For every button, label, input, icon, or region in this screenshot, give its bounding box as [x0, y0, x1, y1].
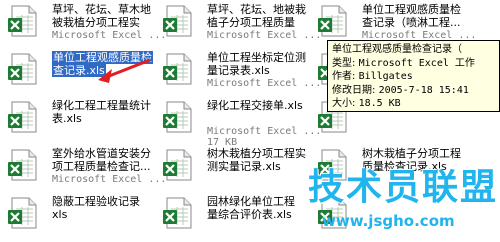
- file-name-line: 单位工程观感质量检: [52, 51, 153, 64]
- file-name-line: 草坪、花坛、地被栽: [207, 3, 306, 16]
- tooltip-author-label: 作者:: [332, 71, 356, 82]
- file-name-text: 绿化工程交接单.xls: [207, 99, 303, 112]
- file-name-line: 量记录表.xls: [207, 64, 306, 77]
- site-watermark: 技术员联盟 www.jsgho.com: [308, 158, 498, 240]
- file-name-line: 项工程质量检查记...: [52, 160, 151, 173]
- excel-file-icon[interactable]: [163, 53, 195, 85]
- tooltip-type-label: 类型:: [332, 57, 356, 69]
- file-type: Microsoft Excel ...: [52, 174, 167, 185]
- file-name-text: 草坪、花坛、地被栽: [207, 3, 306, 16]
- file-type: Microsoft Excel ...: [207, 30, 322, 41]
- file-name-line: 树木栽植分项工程实: [207, 147, 306, 160]
- file-item[interactable]: 室外给水管道安装分 项工程质量检查记... Microsoft Excel ...: [8, 146, 166, 186]
- file-name-line: 隐蔽工程验收记录: [52, 195, 140, 208]
- file-name-text: 量记录表.xls: [207, 64, 270, 77]
- excel-file-icon[interactable]: [163, 149, 195, 181]
- file-name-text: 查记录（喷淋工程...: [362, 16, 461, 29]
- file-name-text: 绿化工程工程量统计: [52, 99, 151, 112]
- tooltip-size-label: 大小:: [332, 98, 356, 109]
- file-name-line: 草坪、花坛、草木地: [52, 3, 151, 16]
- excel-file-icon[interactable]: [8, 197, 40, 229]
- file-name-line: 被栽植分项工程实: [52, 16, 151, 29]
- file-name-text: 植子分项工程质量: [207, 16, 295, 29]
- tooltip-modified-label: 修改日期:: [332, 84, 376, 96]
- file-item[interactable]: 草坪、花坛、草木地 被栽植分项工程实 Microsoft Excel ...: [8, 2, 166, 42]
- tooltip-author-value: Billgates: [358, 71, 413, 82]
- tooltip-type-value: Microsoft Excel 工作: [358, 57, 475, 69]
- file-item[interactable]: 隐蔽工程验收记录 xls: [8, 194, 153, 234]
- file-name-text: 园林绿化单位工程: [207, 195, 295, 208]
- file-name: 绿化工程工程量统计 表.xls: [52, 99, 151, 125]
- file-name-line: 绿化工程工程量统计: [52, 99, 151, 112]
- file-name-line: 绿化工程交接单.xls: [207, 99, 303, 112]
- file-name: 绿化工程交接单.xls: [207, 99, 303, 112]
- file-name-text: 树木栽植分项工程实: [207, 147, 306, 160]
- file-name-text: 单位工程观感质量检: [52, 51, 153, 64]
- excel-file-icon[interactable]: [8, 53, 40, 85]
- file-name-text: 被栽植分项工程实: [52, 16, 140, 29]
- file-name-text: 表.xls: [52, 112, 82, 125]
- file-name-line: 植子分项工程质量: [207, 16, 306, 29]
- file-name-line: 测实量记录.xls: [207, 160, 306, 173]
- file-name-text: 草坪、花坛、草木地: [52, 3, 151, 16]
- file-name: 草坪、花坛、草木地 被栽植分项工程实: [52, 3, 151, 29]
- file-name-text: 单位工程观感质量检: [362, 3, 461, 16]
- file-item[interactable]: 单位工程观感质量检 查记录（喷淋工程... Microsoft Excel ...: [318, 2, 476, 42]
- file-item[interactable]: 单位工程坐标定位测 量记录表.xls Microsoft Excel ...: [163, 50, 321, 90]
- tooltip-title: 单位工程观感质量检查记录（: [332, 44, 462, 55]
- file-name-text: xls: [52, 208, 68, 221]
- file-name: 园林绿化单位工程 量综合评价表.xls: [207, 195, 295, 221]
- file-name-line: 量综合评价表.xls: [207, 208, 295, 221]
- file-name-text: 室外给水管道安装分: [52, 147, 151, 160]
- file-name-text: 测实量记录.xls: [207, 160, 281, 173]
- tooltip-modified-value: 2005-7-18 15:41: [378, 84, 469, 96]
- excel-file-icon[interactable]: [318, 5, 350, 37]
- excel-file-icon[interactable]: [8, 101, 40, 133]
- file-name-line: 表.xls: [52, 112, 151, 125]
- excel-file-icon[interactable]: [163, 197, 195, 229]
- file-item[interactable]: 绿化工程工程量统计 表.xls: [8, 98, 153, 138]
- file-info-tooltip: 单位工程观感质量检查记录（ 类型: Microsoft Excel 工作 作者:…: [327, 40, 500, 112]
- file-name-text: 单位工程坐标定位测: [207, 51, 306, 64]
- file-item[interactable]: 园林绿化单位工程 量综合评价表.xls: [163, 194, 308, 234]
- file-name-text: 项工程质量检查记...: [52, 160, 151, 173]
- file-name: 草坪、花坛、地被栽 植子分项工程质量: [207, 3, 306, 29]
- file-name-line: 单位工程坐标定位测: [207, 51, 306, 64]
- file-item[interactable]: 单位工程观感质量检 查记录.xls: [8, 50, 153, 90]
- watermark-title: 技术员联盟: [308, 167, 499, 208]
- file-name: 隐蔽工程验收记录 xls: [52, 195, 140, 221]
- file-name-line: 园林绿化单位工程: [207, 195, 295, 208]
- excel-file-icon[interactable]: [163, 101, 195, 133]
- file-item[interactable]: 树木栽植分项工程实 测实量记录.xls: [163, 146, 308, 186]
- file-item[interactable]: 草坪、花坛、地被栽 植子分项工程质量 Microsoft Excel ...: [163, 2, 321, 42]
- file-name: 树木栽植分项工程实 测实量记录.xls: [207, 147, 306, 173]
- excel-file-icon[interactable]: [163, 5, 195, 37]
- file-type: Microsoft Excel ...: [207, 78, 322, 89]
- file-name-line: 查记录（喷淋工程...: [362, 16, 461, 29]
- file-name-line: 查记录.xls: [52, 64, 153, 77]
- file-name-line: 单位工程观感质量检: [362, 3, 461, 16]
- excel-file-icon[interactable]: [8, 5, 40, 37]
- file-name-line: 室外给水管道安装分: [52, 147, 151, 160]
- file-name-line: xls: [52, 208, 140, 221]
- file-name-text: 隐蔽工程验收记录: [52, 195, 140, 208]
- file-name-text: 量综合评价表.xls: [207, 208, 292, 221]
- excel-file-icon[interactable]: [8, 149, 40, 181]
- file-name: 室外给水管道安装分 项工程质量检查记...: [52, 147, 151, 173]
- file-name: 单位工程观感质量检 查记录（喷淋工程...: [362, 3, 461, 29]
- file-name: 单位工程观感质量检 查记录.xls: [52, 51, 153, 77]
- file-name: 单位工程坐标定位测 量记录表.xls: [207, 51, 306, 77]
- file-name-text: 查记录.xls: [52, 64, 106, 77]
- file-type: Microsoft Excel ...: [52, 30, 167, 41]
- tooltip-size-value: 18.5 KB: [358, 98, 401, 109]
- watermark-url: www.jsgho.com: [322, 212, 455, 230]
- file-item[interactable]: 绿化工程交接单.xls Microsoft Excel ... 17 KB: [163, 98, 321, 150]
